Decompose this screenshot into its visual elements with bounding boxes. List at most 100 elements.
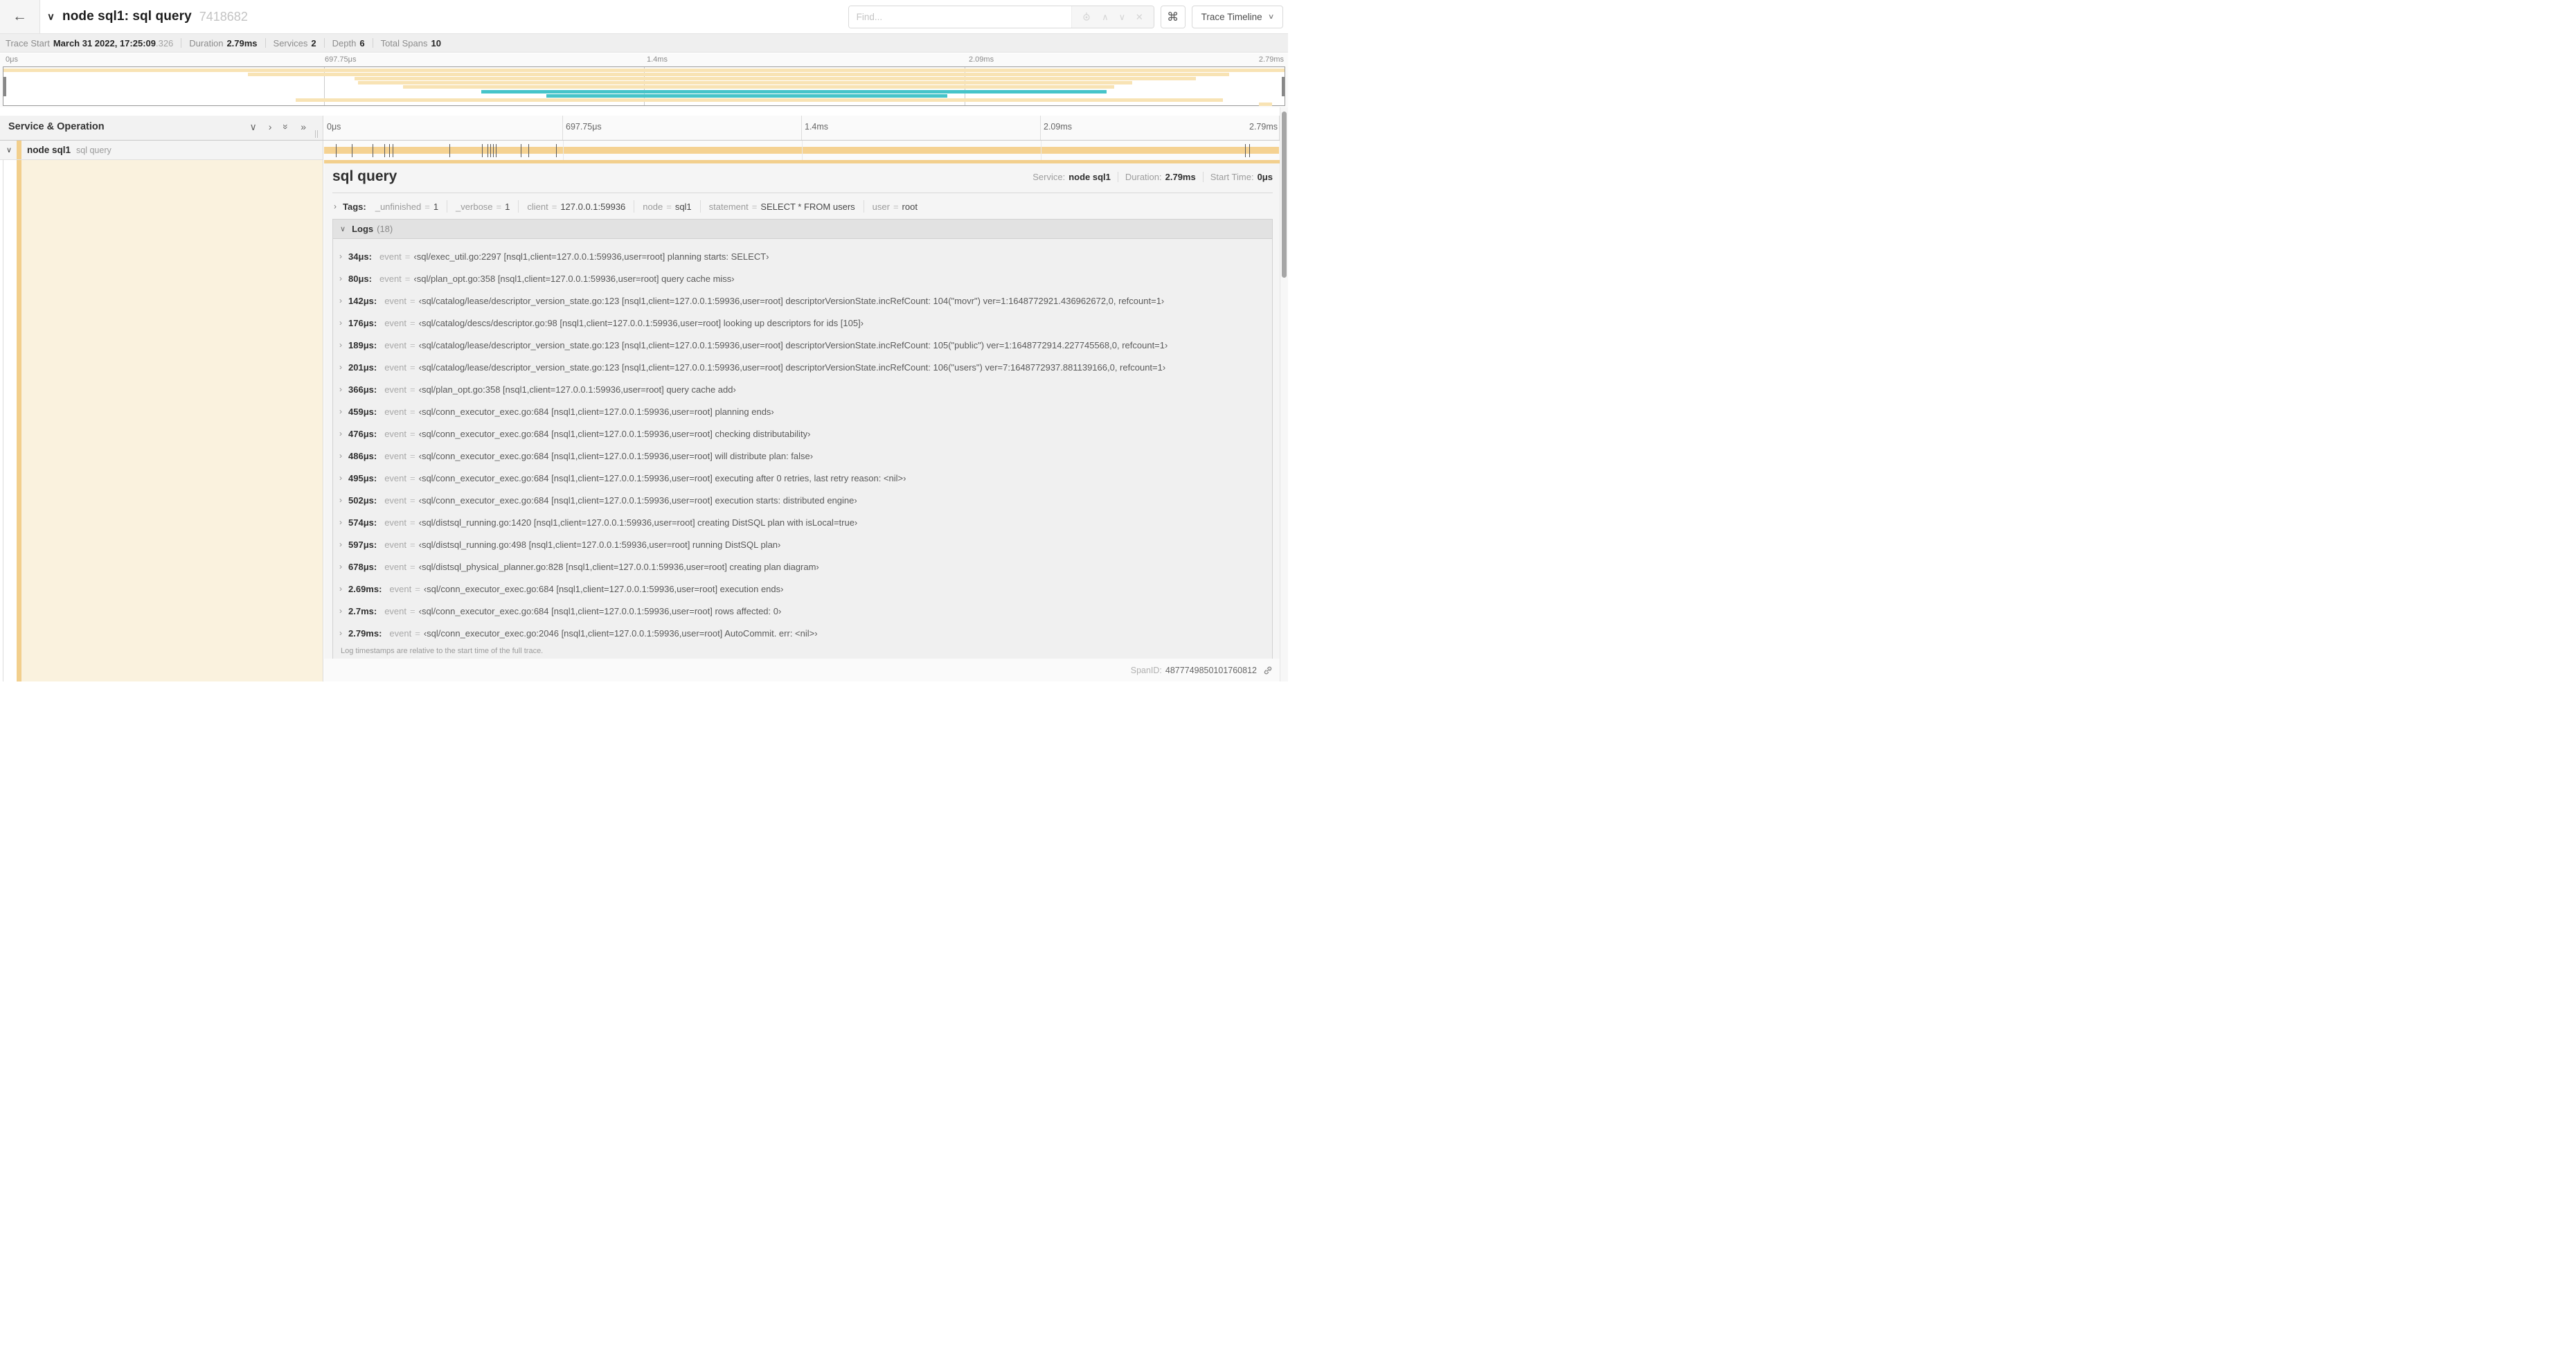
log-timestamp: 80μs: (348, 273, 372, 284)
service-operation-label: Service & Operation (8, 121, 105, 132)
log-row[interactable]: › 80μs: event = ‹sql/plan_opt.go:358 [nsql1,… (333, 267, 1272, 289)
meta-divider (1202, 171, 1204, 182)
expand-one-icon[interactable]: › (269, 122, 272, 132)
tag-value: 127.0.0.1:59936 (560, 201, 626, 212)
log-row[interactable]: › 142μs: event = ‹sql/catalog/lease/descript… (333, 289, 1272, 312)
log-field-value: ‹sql/conn_executor_exec.go:684 [nsql1,cl… (418, 450, 814, 461)
service-color-bar (17, 141, 21, 159)
summary-label: Depth (332, 37, 357, 48)
log-row[interactable]: › 486μs: event = ‹sql/conn_executor_exec.go:… (333, 445, 1272, 467)
scrollbar-thumb[interactable] (1282, 112, 1287, 278)
log-row[interactable]: › 476μs: event = ‹sql/conn_executor_exec.go:… (333, 422, 1272, 445)
service-color-bar (17, 160, 21, 682)
log-equals: = (410, 406, 415, 417)
find-clear-icon[interactable]: ✕ (1136, 12, 1143, 21)
column-resizer-grip[interactable] (315, 130, 321, 138)
expand-all-icon[interactable]: » (301, 122, 306, 132)
log-equals: = (410, 384, 415, 395)
find-next-icon[interactable]: ∨ (1119, 12, 1126, 21)
log-equals: = (410, 472, 415, 483)
log-field-value: ‹sql/catalog/lease/descriptor_version_st… (418, 362, 1166, 373)
log-row[interactable]: › 366μs: event = ‹sql/plan_opt.go:358 [nsql1… (333, 378, 1272, 400)
log-field-key: event (384, 362, 407, 373)
timeline-ruler: 0μs 697.75μs 1.4ms 2.09ms 2.79ms (324, 116, 1280, 140)
log-marker-tick (335, 144, 337, 157)
logs-list: › 34μs: event = ‹sql/exec_util.go:2297 [nsql… (333, 239, 1272, 644)
timeline-ruler-label: 2.09ms (1044, 122, 1072, 132)
log-marker-tick (1249, 144, 1250, 157)
collapse-one-icon[interactable]: ∨ (249, 122, 256, 132)
logs-header[interactable]: ∨ Logs (18) (333, 220, 1272, 239)
vertical-scrollbar[interactable] (1280, 107, 1288, 682)
tag-item: node = sql1 (643, 202, 691, 212)
timeline-header-row: Service & Operation ∨ › » » 0μs 697.75μs 1… (0, 116, 1280, 141)
log-row[interactable]: › 459μs: event = ‹sql/conn_executor_exec.go:… (333, 400, 1272, 422)
find-input[interactable] (848, 6, 1071, 28)
log-row[interactable]: › 2.69ms: event = ‹sql/conn_executor_exec.go… (333, 578, 1272, 600)
log-row[interactable]: › 201μs: event = ‹sql/catalog/lease/descript… (333, 356, 1272, 378)
chevron-down-icon[interactable]: ∨ (6, 145, 12, 154)
log-row[interactable]: › 597μs: event = ‹sql/distsql_running.go:498… (333, 533, 1272, 555)
collapse-trace-chevron-icon[interactable]: ∨ (47, 11, 55, 22)
deep-link-icon[interactable] (1263, 666, 1273, 675)
span-tree-gutter (0, 160, 323, 682)
chevron-right-icon: › (339, 628, 342, 638)
log-equals: = (410, 561, 415, 572)
span-row-timeline-cell (324, 141, 1280, 160)
log-field-value: ‹sql/plan_opt.go:358 [nsql1,client=127.0… (418, 384, 736, 395)
log-row[interactable]: › 574μs: event = ‹sql/distsql_running.go:142… (333, 511, 1272, 533)
tag-value: 1 (505, 201, 510, 212)
log-row[interactable]: › 2.7ms: event = ‹sql/conn_executor_exec.go:… (333, 600, 1272, 622)
locate-icon[interactable] (1082, 12, 1091, 23)
log-timestamp: 597μs: (348, 539, 377, 550)
log-marker-tick (490, 144, 492, 157)
log-row[interactable]: › 176μs: event = ‹sql/catalog/descs/descript… (333, 312, 1272, 334)
header-controls: ∧ ∨ ✕ ⌘ Trace Timeline ∨ (848, 6, 1283, 28)
log-row[interactable]: › 502μs: event = ‹sql/conn_executor_exec.go:… (333, 489, 1272, 511)
find-prev-icon[interactable]: ∧ (1102, 12, 1109, 21)
chevron-right-icon: › (339, 473, 342, 483)
log-timestamp: 34μs: (348, 251, 372, 262)
spanid-label: SpanID: (1130, 665, 1162, 675)
tree-controls: ∨ › » » (249, 122, 306, 132)
tag-value: SELECT * FROM users (760, 201, 855, 212)
log-row[interactable]: › 495μs: event = ‹sql/conn_executor_exec.go:… (333, 467, 1272, 489)
log-equals: = (410, 317, 415, 328)
log-field-key: event (384, 450, 407, 461)
keyboard-shortcuts-button[interactable]: ⌘ (1160, 6, 1186, 28)
tags-row[interactable]: › Tags: _unfinished = 1 _verbose = 1 client = 12… (332, 193, 1273, 219)
log-row[interactable]: › 2.79ms: event = ‹sql/conn_executor_exec.go… (333, 622, 1272, 644)
summary-value-suffix: .326 (155, 37, 174, 48)
log-field-value: ‹sql/distsql_running.go:1420 [nsql1,clie… (418, 517, 858, 528)
collapse-all-icon[interactable]: » (280, 124, 292, 130)
log-field-key: event (384, 406, 407, 417)
log-field-key: event (384, 317, 407, 328)
log-equals: = (404, 251, 411, 262)
timeline-gridline (563, 141, 564, 160)
log-timestamp: 2.69ms: (348, 583, 382, 594)
back-button[interactable]: ← (0, 0, 40, 33)
logs-section: ∨ Logs (18) › 34μs: event = ‹sql/exec_util.g… (332, 219, 1273, 661)
tag-equals: = (893, 201, 899, 212)
back-arrow-icon: ← (12, 8, 27, 24)
span-row-name-cell[interactable]: ∨ node sql1 sql query (0, 141, 323, 160)
log-row[interactable]: › 34μs: event = ‹sql/exec_util.go:2297 [nsql… (333, 245, 1272, 267)
logs-count: (18) (377, 224, 393, 234)
log-marker-tick (493, 144, 494, 157)
minimap-left-scrubber[interactable] (3, 76, 6, 96)
log-row[interactable]: › 678μs: event = ‹sql/distsql_physical_plann… (333, 555, 1272, 578)
minimap-canvas[interactable] (3, 66, 1285, 106)
log-marker-tick (481, 144, 483, 157)
view-selector-button[interactable]: Trace Timeline ∨ (1191, 6, 1283, 28)
trace-id: 7418682 (199, 9, 248, 24)
summary-label: Trace Start (6, 37, 50, 48)
log-equals: = (410, 339, 415, 350)
minimap-ruler: 0μs 697.75μs 1.4ms 2.09ms 2.79ms (0, 53, 1288, 66)
log-equals: = (410, 295, 415, 306)
tag-equals: = (666, 201, 672, 212)
tag-equals: = (551, 201, 557, 212)
chevron-down-icon: ∨ (1267, 13, 1275, 21)
log-row[interactable]: › 189μs: event = ‹sql/catalog/lease/descript… (333, 334, 1272, 356)
summary-value: 10 (431, 37, 441, 48)
minimap-right-scrubber[interactable] (1282, 76, 1285, 96)
